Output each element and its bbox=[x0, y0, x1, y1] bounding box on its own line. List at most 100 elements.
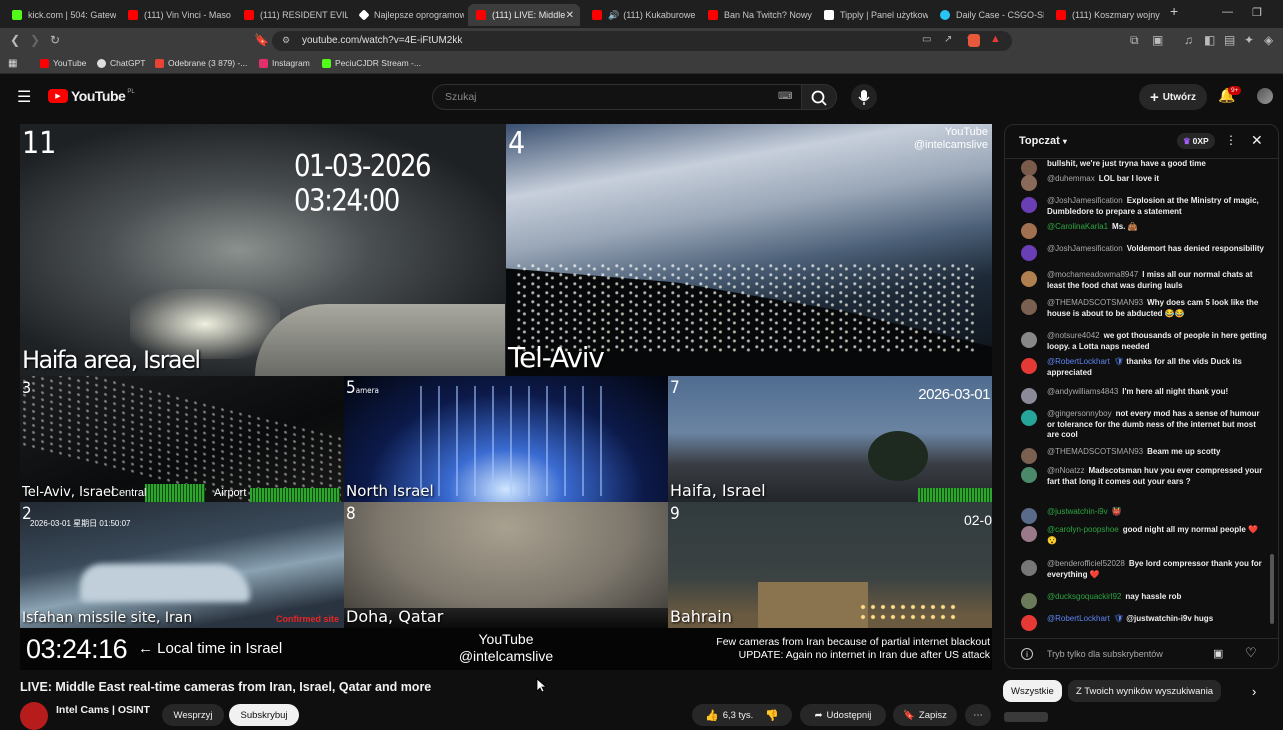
info-icon[interactable]: i bbox=[1021, 648, 1033, 660]
chat-avatar[interactable] bbox=[1021, 448, 1037, 464]
bookmark-kick[interactable]: PeciuCJDR Stream -... bbox=[322, 58, 421, 68]
extension-icon[interactable]: ✦ bbox=[1244, 33, 1254, 47]
menu-icon[interactable]: ☰ bbox=[17, 87, 31, 107]
browser-tab[interactable]: Najlepsze oprogramow bbox=[352, 4, 464, 26]
chat-avatar[interactable] bbox=[1021, 160, 1037, 176]
chat-author[interactable]: @RobertLockhart bbox=[1047, 357, 1110, 366]
chat-author[interactable]: @gingersonnyboy bbox=[1047, 409, 1112, 418]
search-button[interactable] bbox=[801, 84, 837, 110]
extensions-icon[interactable]: ⧉ bbox=[1130, 33, 1139, 48]
apps-grid-icon[interactable]: ▦ bbox=[8, 58, 17, 69]
browser-tab[interactable]: Ban Na Twitch? Nowy bbox=[700, 4, 812, 26]
chat-author[interactable]: @THEMADSCOTSMAN93 bbox=[1047, 447, 1143, 456]
chat-avatar[interactable] bbox=[1021, 332, 1037, 348]
chat-author[interactable]: @carolyn-poopshoe bbox=[1047, 525, 1119, 534]
join-button[interactable]: Wesprzyj bbox=[162, 704, 224, 726]
browser-tab[interactable]: Daily Case - CSGO-SKI bbox=[932, 4, 1044, 26]
site-info-icon[interactable]: ⚙ bbox=[282, 35, 290, 46]
chat-avatar[interactable] bbox=[1021, 175, 1037, 191]
chat-author[interactable]: @notsure4042 bbox=[1047, 331, 1100, 340]
heart-reaction-icon[interactable]: ♡ bbox=[1245, 645, 1257, 661]
bookmark-gmail[interactable]: Odebrane (3 879) -... bbox=[155, 58, 247, 68]
xp-badge[interactable]: ♛ 0XP bbox=[1177, 133, 1215, 149]
chat-author[interactable]: @mochameadowma8947 bbox=[1047, 270, 1138, 279]
create-button[interactable]: + Utwórz bbox=[1139, 84, 1207, 110]
bookmark-chatgpt[interactable]: ChatGPT bbox=[97, 58, 145, 68]
chip-all[interactable]: Wszystkie bbox=[1003, 680, 1062, 702]
youtube-logo[interactable]: ▶ YouTube PL bbox=[48, 88, 135, 104]
chips-next-icon[interactable]: › bbox=[1252, 684, 1256, 699]
chat-scrollbar[interactable] bbox=[1270, 159, 1274, 635]
chat-author[interactable]: @THEMADSCOTSMAN93 bbox=[1047, 298, 1143, 307]
channel-avatar[interactable] bbox=[20, 702, 48, 730]
tab-search-icon[interactable]: ▣ bbox=[1152, 33, 1163, 47]
more-actions-icon[interactable]: ⋯ bbox=[965, 704, 991, 726]
minimize-icon[interactable]: — bbox=[1222, 6, 1233, 18]
chat-avatar[interactable] bbox=[1021, 197, 1037, 213]
chat-avatar[interactable] bbox=[1021, 223, 1037, 239]
forward-icon[interactable]: ❯ bbox=[30, 33, 40, 47]
reload-icon[interactable]: ↻ bbox=[50, 33, 60, 47]
browser-tab-active[interactable]: (111) LIVE: Middle ✕ bbox=[468, 4, 580, 26]
related-video-thumbnail[interactable] bbox=[1004, 712, 1048, 722]
subscribe-button[interactable]: Subskrybuj bbox=[229, 704, 299, 726]
chat-avatar[interactable] bbox=[1021, 560, 1037, 576]
cast-icon[interactable]: ▭ bbox=[922, 34, 931, 45]
chat-mode-dropdown[interactable]: Topczat ▾ bbox=[1019, 135, 1067, 147]
chat-author[interactable]: @ducksgoquackirl92 bbox=[1047, 592, 1121, 601]
browser-tab[interactable]: Tipply | Panel użytkow bbox=[816, 4, 928, 26]
channel-name[interactable]: Intel Cams | OSINT bbox=[56, 704, 150, 716]
more-options-icon[interactable]: ⋮ bbox=[1225, 133, 1237, 147]
brave-rewards-icon[interactable]: ▲ bbox=[990, 33, 1001, 45]
browser-tab[interactable]: (111) Koszmary wojny bbox=[1048, 4, 1160, 26]
brave-shield-icon[interactable] bbox=[968, 34, 980, 47]
new-tab-button[interactable]: + bbox=[1170, 3, 1178, 19]
chat-author[interactable]: @RobertLockhart bbox=[1047, 614, 1110, 623]
bookmark-youtube[interactable]: YouTube bbox=[40, 58, 86, 68]
share-icon[interactable]: ↗ bbox=[944, 34, 952, 45]
chat-avatar[interactable] bbox=[1021, 410, 1037, 426]
wallet-icon[interactable]: ▤ bbox=[1224, 33, 1235, 47]
chat-avatar[interactable] bbox=[1021, 358, 1037, 374]
scrollbar-thumb[interactable] bbox=[1270, 554, 1274, 624]
chat-author[interactable]: @CarolinaKarla1 bbox=[1047, 222, 1108, 231]
donate-icon[interactable]: ▣ bbox=[1213, 647, 1223, 660]
video-player[interactable]: 11 01-03-2026 03:24:00 Haifa area, Israe… bbox=[20, 124, 992, 670]
vpn-icon[interactable]: ◈ bbox=[1264, 33, 1273, 47]
chat-author[interactable]: @JoshJamesification bbox=[1047, 244, 1123, 253]
avatar[interactable] bbox=[1257, 88, 1273, 104]
share-button[interactable]: ➦ Udostępnij bbox=[800, 704, 886, 726]
search-input[interactable]: Szukaj ⌨ bbox=[432, 84, 802, 110]
media-icon[interactable]: ♫ bbox=[1184, 33, 1193, 47]
url-text[interactable]: youtube.com/watch?v=4E-iFtUM2kk bbox=[302, 35, 462, 46]
chat-avatar[interactable] bbox=[1021, 615, 1037, 631]
chat-author[interactable]: @duhemmax bbox=[1047, 174, 1095, 183]
voice-search-button[interactable] bbox=[851, 84, 877, 110]
chat-author[interactable]: @andywilliams4843 bbox=[1047, 387, 1118, 396]
chat-author[interactable]: @justwatchin-i9v bbox=[1047, 507, 1108, 516]
chat-avatar[interactable] bbox=[1021, 245, 1037, 261]
sidebar-icon[interactable]: ◧ bbox=[1204, 33, 1215, 47]
maximize-icon[interactable]: ❐ bbox=[1252, 6, 1262, 19]
browser-tab[interactable]: (111) RESIDENT EVIL 9 bbox=[236, 4, 348, 26]
chat-avatar[interactable] bbox=[1021, 299, 1037, 315]
browser-tab[interactable]: (111) Vin Vinci - Maso bbox=[120, 4, 232, 26]
bookmark-icon[interactable]: 🔖 bbox=[254, 33, 269, 47]
chat-author[interactable]: @JoshJamesification bbox=[1047, 196, 1123, 205]
chat-avatar[interactable] bbox=[1021, 388, 1037, 404]
keyboard-icon[interactable]: ⌨ bbox=[778, 91, 792, 102]
close-tab-icon[interactable]: ✕ bbox=[566, 10, 574, 21]
chat-avatar[interactable] bbox=[1021, 508, 1037, 524]
back-icon[interactable]: ❮ bbox=[10, 33, 20, 47]
omnibox[interactable]: ⚙ youtube.com/watch?v=4E-iFtUM2kk ▭ ↗ ☆ bbox=[272, 31, 1012, 51]
chat-avatar[interactable] bbox=[1021, 593, 1037, 609]
save-button[interactable]: 🔖 Zapisz bbox=[893, 704, 957, 726]
like-count[interactable]: 6,3 tys. bbox=[723, 710, 754, 721]
chip-from-search[interactable]: Z Twoich wyników wyszukiwania bbox=[1068, 680, 1222, 702]
chat-avatar[interactable] bbox=[1021, 526, 1037, 542]
browser-tab[interactable]: 🔊 (111) Kukaburowe bbox=[584, 4, 696, 26]
chat-author[interactable]: @nNoatzz bbox=[1047, 466, 1084, 475]
bookmark-instagram[interactable]: Instagram bbox=[259, 58, 310, 68]
close-chat-icon[interactable]: ✕ bbox=[1251, 132, 1263, 149]
browser-tab[interactable]: kick.com | 504: Gatewa bbox=[4, 4, 116, 26]
